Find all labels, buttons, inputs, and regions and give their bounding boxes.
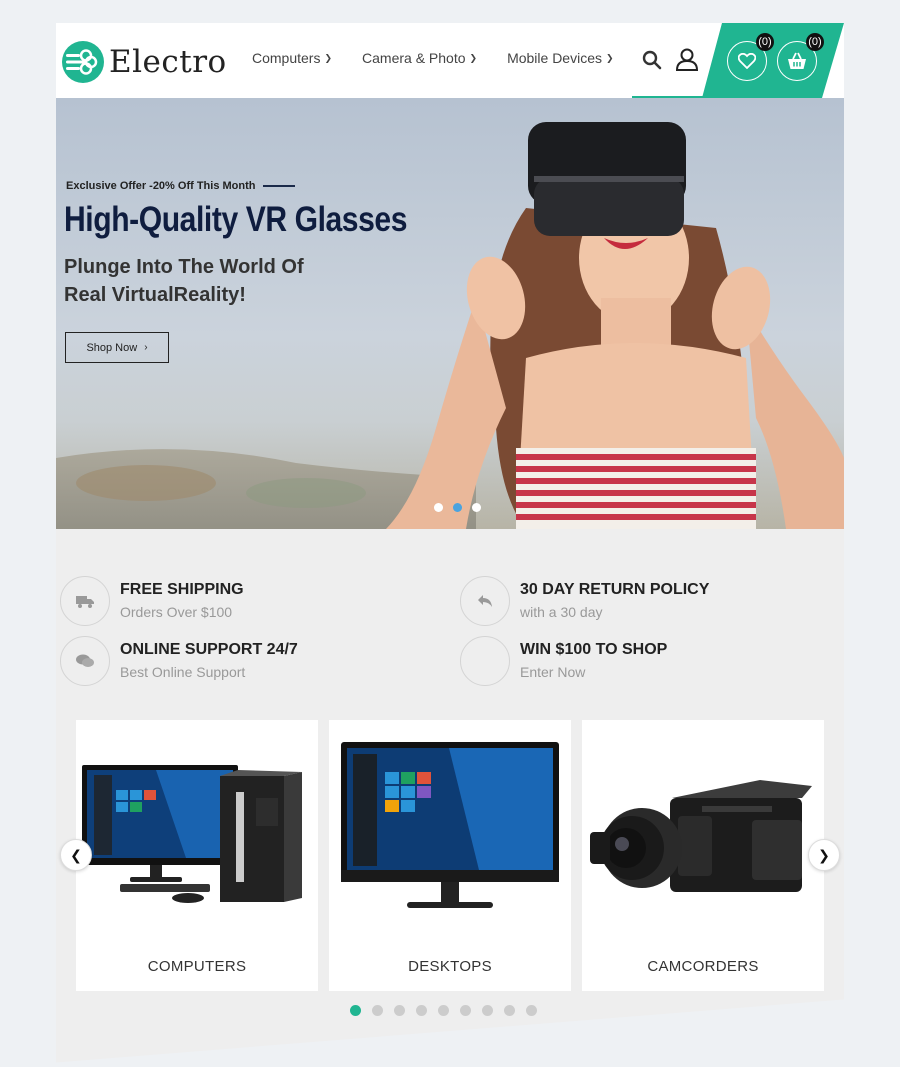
nav-item-label: Computers xyxy=(252,50,321,66)
feature-online-support: ONLINE SUPPORT 24/7 Best Online Support xyxy=(56,636,436,688)
desktops-image xyxy=(341,742,559,908)
feature-icon-circle xyxy=(60,636,110,686)
feature-subtitle: Orders Over $100 xyxy=(120,604,233,620)
return-icon xyxy=(478,595,492,607)
main-nav: Computers ❯ Camera & Photo ❯ Mobile Devi… xyxy=(252,50,644,66)
category-card-camcorders[interactable]: CAMCORDERS xyxy=(582,720,824,991)
feature-subtitle: with a 30 day xyxy=(520,604,603,620)
chevron-right-icon: › xyxy=(144,342,148,353)
chevron-down-icon: ❯ xyxy=(606,52,614,63)
shop-now-label: Shop Now xyxy=(86,341,138,354)
nav-item-camera-photo[interactable]: Camera & Photo ❯ xyxy=(362,50,477,66)
category-label: CAMCORDERS xyxy=(647,958,759,975)
category-card-computers[interactable]: COMPUTERS xyxy=(76,720,318,991)
footer-wedge xyxy=(0,995,900,1067)
gift-icon xyxy=(460,636,510,686)
nav-item-label: Camera & Photo xyxy=(362,50,466,66)
feature-title: 30 DAY RETURN POLICY xyxy=(520,581,710,598)
carousel-prev-button[interactable]: ❮ xyxy=(60,839,92,871)
chevron-down-icon: ❯ xyxy=(469,52,478,63)
category-label: DESKTOPS xyxy=(408,958,492,975)
feature-return-policy: 30 DAY RETURN POLICY with a 30 day xyxy=(456,576,836,628)
camcorders-image xyxy=(590,780,812,892)
chevron-right-icon: ❯ xyxy=(818,846,830,863)
truck-icon xyxy=(76,595,94,608)
chat-icon xyxy=(76,654,94,667)
search-icon[interactable] xyxy=(641,49,663,71)
chevron-left-icon: ❮ xyxy=(70,846,82,863)
hero-title: High-Quality VR Glasses xyxy=(64,200,408,239)
hero-eyebrow: Exclusive Offer -20% Off This Month xyxy=(66,180,296,192)
logo[interactable]: Electro xyxy=(61,39,227,85)
category-card-desktops[interactable]: DESKTOPS xyxy=(329,720,571,991)
logo-icon xyxy=(62,41,104,83)
hero-subtitle-line1: Plunge Into The World Of xyxy=(64,256,304,278)
shop-now-button[interactable]: Shop Now › xyxy=(65,332,169,363)
hero-subtitle: Plunge Into The World Of Real VirtualRea… xyxy=(64,253,384,309)
category-label: COMPUTERS xyxy=(147,958,247,975)
computers-image xyxy=(82,765,302,903)
feature-title: FREE SHIPPING xyxy=(120,581,244,598)
page: Electro Computers ❯ Camera & Photo ❯ Mob… xyxy=(56,23,844,1067)
feature-win-to-shop: WIN $100 TO SHOP Enter Now xyxy=(456,636,836,688)
basket-icon xyxy=(788,52,806,69)
feature-subtitle: Best Online Support xyxy=(120,664,246,680)
hero-eyebrow-text: Exclusive Offer -20% Off This Month xyxy=(66,180,256,192)
site-header: Electro Computers ❯ Camera & Photo ❯ Mob… xyxy=(56,23,844,98)
hero-slider: Exclusive Offer -20% Off This Month High… xyxy=(56,98,844,529)
logo-text: Electro xyxy=(109,44,227,80)
wishlist-count-badge: (0) xyxy=(756,33,774,51)
feature-title: WIN $100 TO SHOP xyxy=(520,641,668,658)
chevron-down-icon: ❯ xyxy=(324,52,333,63)
feature-icon-circle xyxy=(460,576,510,626)
feature-subtitle: Enter Now xyxy=(520,664,586,680)
cart-button[interactable]: (0) xyxy=(777,33,824,81)
header-actions: (0) (0) xyxy=(702,23,844,98)
feature-title: ONLINE SUPPORT 24/7 xyxy=(120,641,298,658)
hero-image xyxy=(56,98,844,529)
hero-pagination xyxy=(434,503,491,512)
feature-free-shipping: FREE SHIPPING Orders Over $100 xyxy=(56,576,436,628)
cart-count-badge: (0) xyxy=(806,33,824,51)
nav-item-mobile-devices[interactable]: Mobile Devices ❯ xyxy=(507,50,613,66)
hero-dot[interactable] xyxy=(434,503,443,512)
hero-dot[interactable] xyxy=(472,503,481,512)
wishlist-button[interactable]: (0) xyxy=(727,33,774,81)
heart-icon xyxy=(738,53,756,69)
hero-dot-active[interactable] xyxy=(453,503,462,512)
header-actions-bg xyxy=(702,23,844,98)
carousel-next-button[interactable]: ❯ xyxy=(808,839,840,871)
nav-item-computers[interactable]: Computers ❯ xyxy=(252,50,332,66)
user-icon[interactable] xyxy=(674,46,700,72)
hero-subtitle-line2: Real VirtualReality! xyxy=(64,284,246,306)
feature-icon-circle xyxy=(60,576,110,626)
eyebrow-dash xyxy=(263,185,296,187)
nav-item-label: Mobile Devices xyxy=(507,50,602,66)
